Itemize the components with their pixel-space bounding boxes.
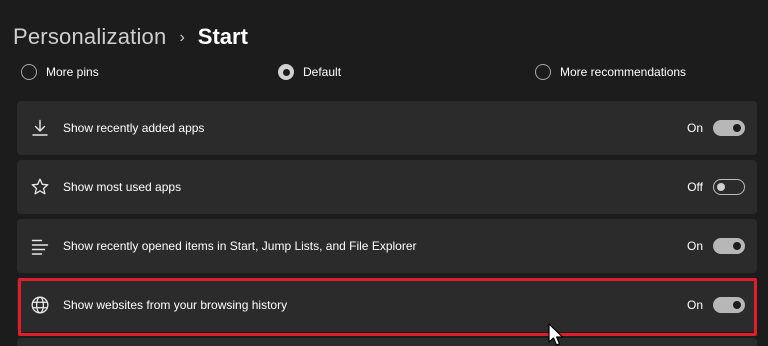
settings-page: Personalization › Start More pins Defaul… [0, 0, 768, 346]
radio-more-pins[interactable]: More pins [21, 62, 99, 82]
radio-label: More pins [46, 65, 99, 79]
radio-more-recommendations[interactable]: More recommendations [535, 62, 686, 82]
breadcrumb: Personalization › Start [13, 22, 248, 52]
setting-label: Show most used apps [63, 180, 182, 194]
setting-label: Show websites from your browsing history [63, 298, 288, 312]
radio-button-icon[interactable] [21, 64, 37, 80]
toggle-switch[interactable] [713, 297, 745, 313]
radio-label: More recommendations [560, 65, 687, 79]
download-icon [30, 118, 50, 138]
setting-browsing-history-websites: Show websites from your browsing history… [17, 278, 757, 332]
toggle-switch[interactable] [713, 179, 745, 195]
setting-most-used-apps: Show most used apps Off [17, 160, 757, 214]
mouse-pointer-icon [548, 323, 564, 346]
layout-radio-group: More pins Default More recommendations [0, 62, 768, 84]
radio-default[interactable]: Default [278, 62, 341, 82]
toggle-knob [733, 242, 741, 250]
toggle-state-text: On [686, 239, 703, 253]
setting-recently-opened-items: Show recently opened items in Start, Jum… [17, 219, 757, 273]
setting-label: Show recently added apps [63, 121, 205, 135]
chevron-right-icon: › [179, 28, 185, 46]
toggle-knob [717, 183, 725, 191]
list-icon [30, 236, 50, 256]
setting-recently-added-apps: Show recently added apps On [17, 101, 757, 155]
setting-label: Show recently opened items in Start, Jum… [63, 239, 417, 253]
next-setting-card [17, 338, 757, 346]
radio-button-selected-icon[interactable] [278, 64, 294, 80]
breadcrumb-personalization[interactable]: Personalization [13, 24, 166, 50]
page-title: Start [197, 24, 248, 49]
toggle-state-text: Off [687, 180, 703, 194]
star-icon [30, 177, 50, 197]
toggle-switch[interactable] [713, 120, 745, 136]
toggle-state-text: On [686, 121, 703, 135]
toggle-switch[interactable] [713, 238, 745, 254]
globe-icon [30, 295, 50, 315]
radio-button-icon[interactable] [535, 64, 551, 80]
toggle-knob [733, 301, 741, 309]
toggle-state-text: On [686, 298, 703, 312]
toggle-knob [733, 124, 741, 132]
radio-label: Default [303, 65, 342, 79]
